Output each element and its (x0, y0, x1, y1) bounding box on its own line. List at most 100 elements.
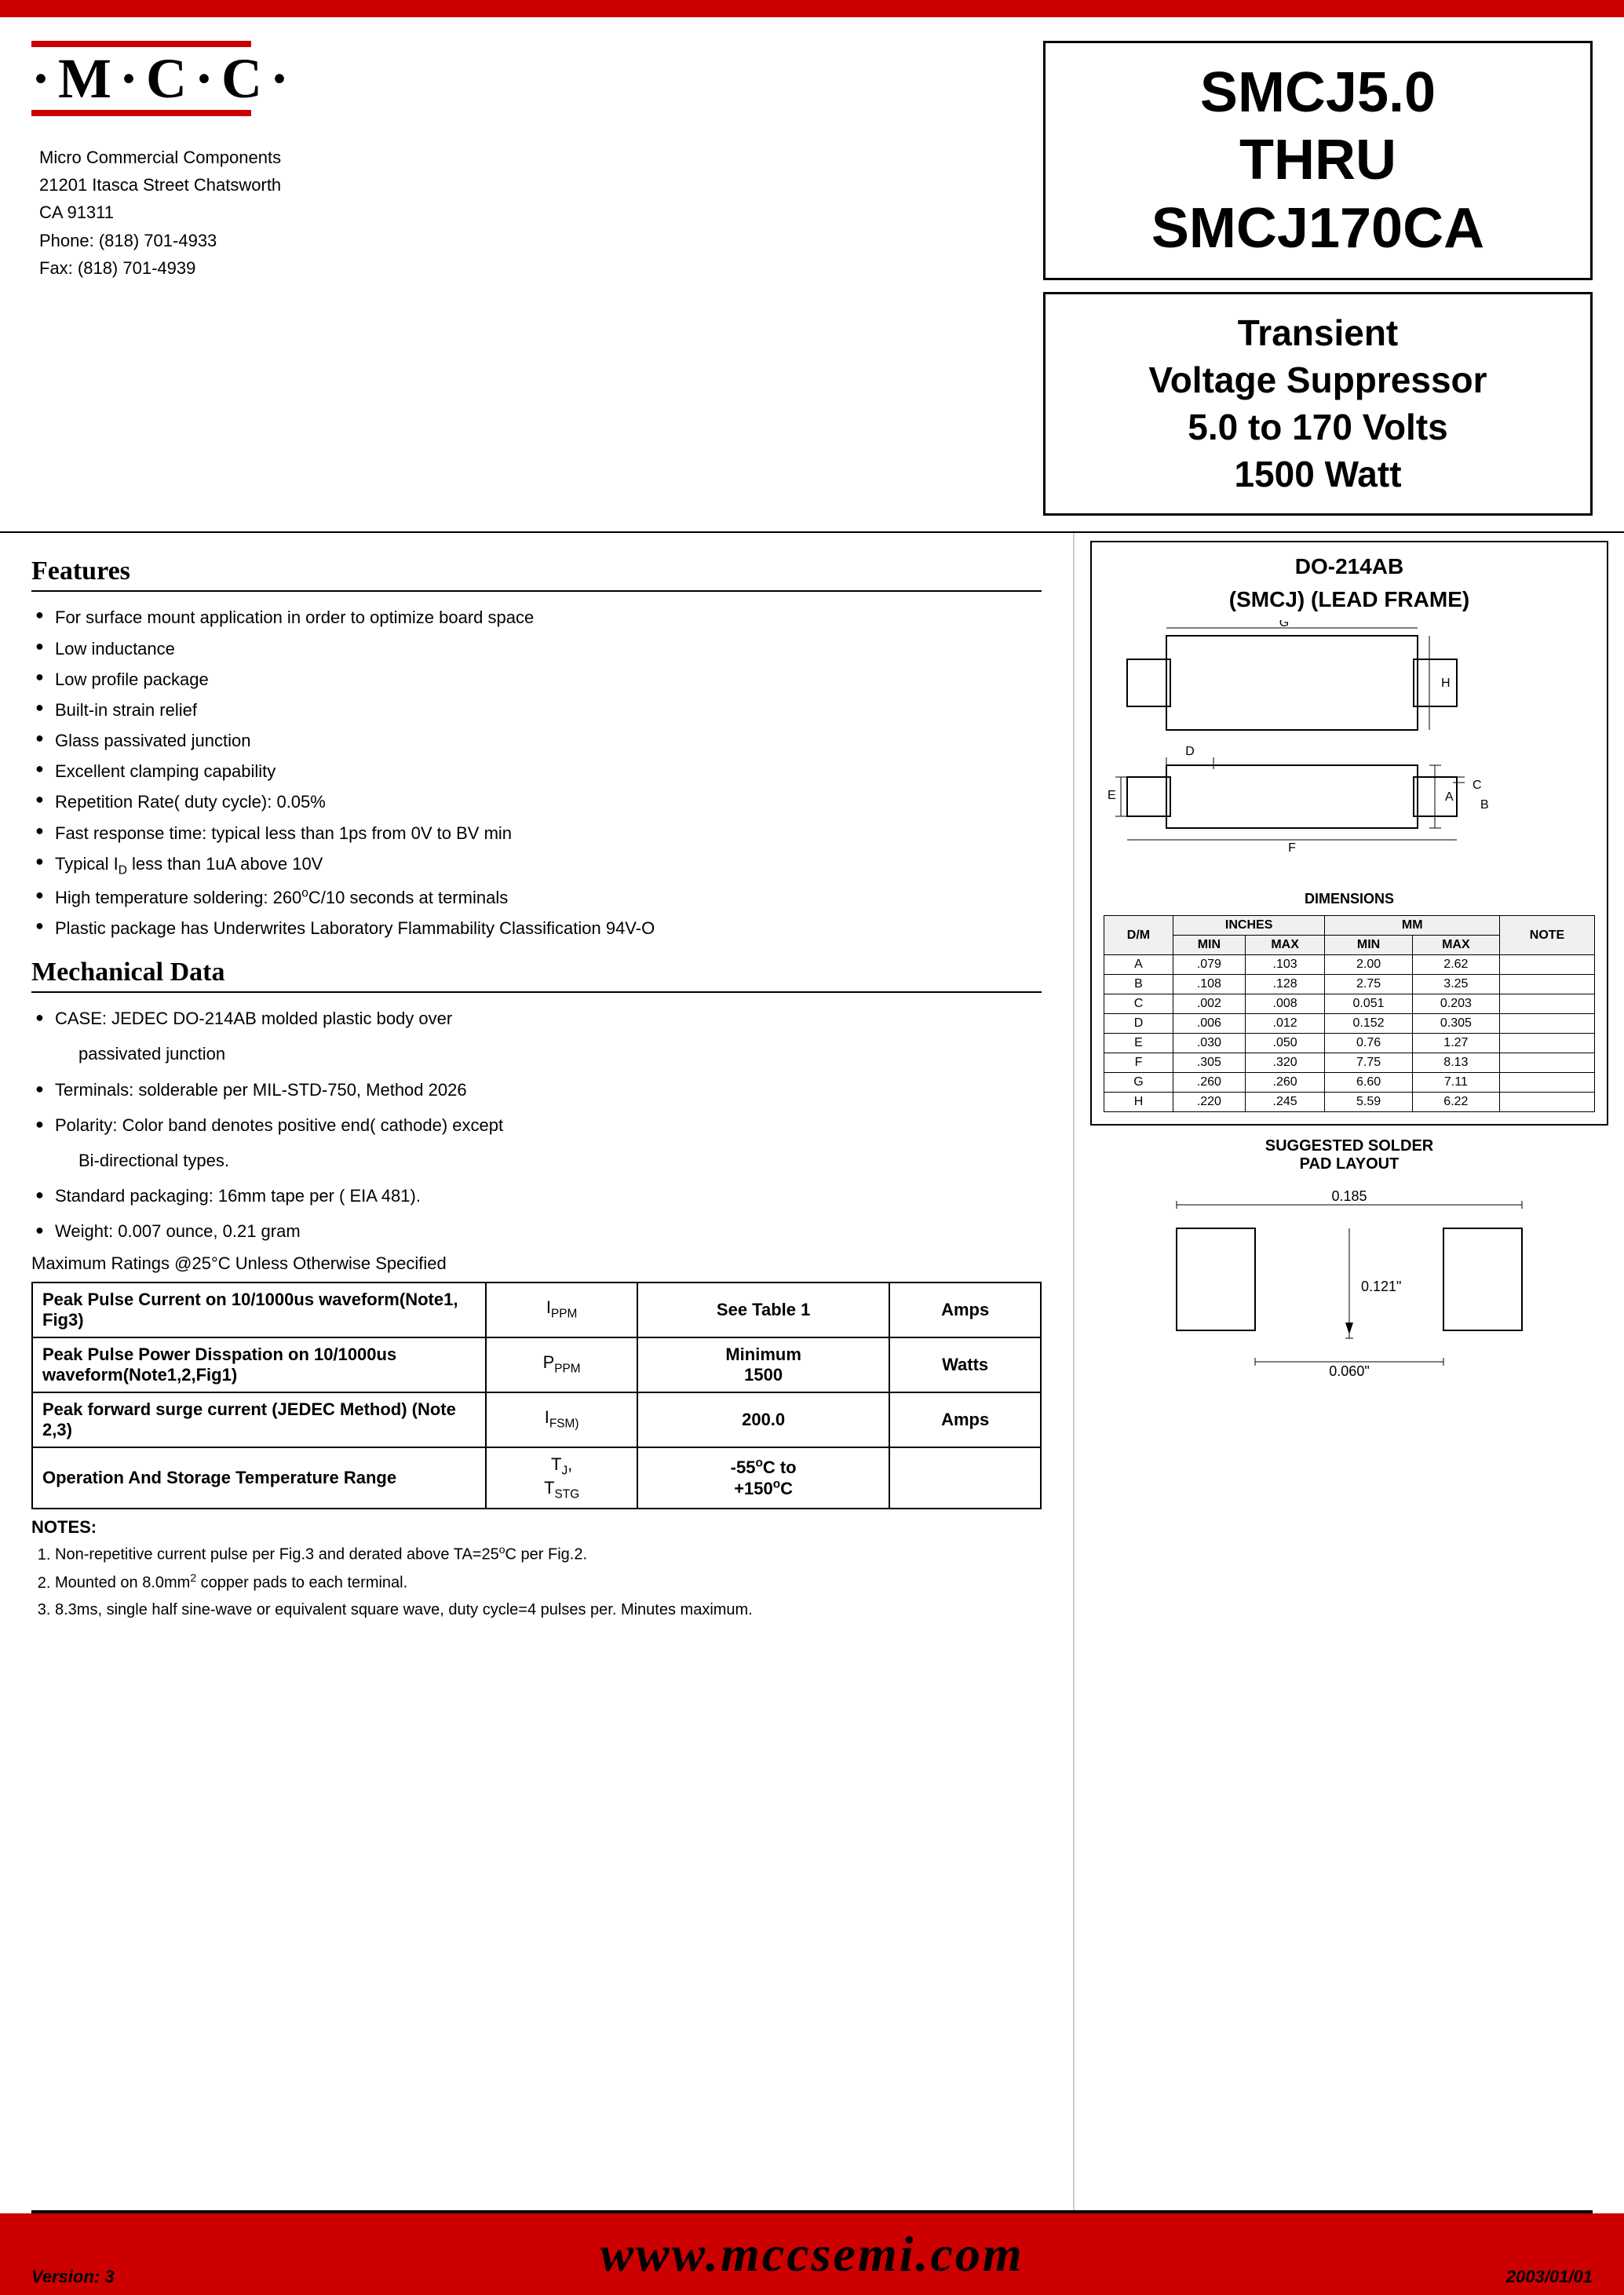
dimensions-label: DIMENSIONS (1104, 891, 1595, 907)
notes-list: Non-repetitive current pulse per Fig.3 a… (55, 1542, 1042, 1621)
dim-cell: .008 (1245, 994, 1325, 1014)
dim-cell: F (1104, 1053, 1173, 1073)
dim-cell (1500, 994, 1595, 1014)
svg-text:H: H (1441, 677, 1451, 690)
top-red-bar (0, 0, 1624, 17)
dim-cell (1500, 1014, 1595, 1034)
footer-url-text: www.mccsemi.com (600, 2226, 1024, 2282)
footer-url: www.mccsemi.com (600, 2225, 1024, 2283)
feature-item: Fast response time: typical less than 1p… (31, 819, 1042, 847)
right-column: DO-214AB (SMCJ) (LEAD FRAME) G (1075, 533, 1624, 2210)
company-fax: Fax: (818) 701-4939 (39, 254, 1043, 282)
header-area: ·M·C·C· Micro Commercial Components 2120… (0, 17, 1624, 533)
mech-item-text: Standard packaging: 16mm tape per ( EIA … (31, 1182, 1042, 1210)
dim-cell (1500, 955, 1595, 975)
part-number-title: SMCJ5.0THRUSMCJ170CA (1077, 59, 1559, 262)
dim-header-mm: MM (1325, 916, 1500, 936)
notes-section: NOTES: Non-repetitive current pulse per … (31, 1517, 1042, 1621)
mech-item-text: CASE: JEDEC DO-214AB molded plastic body… (31, 1005, 1042, 1032)
feature-item: For surface mount application in order t… (31, 604, 1042, 631)
feature-item: Glass passivated junction (31, 727, 1042, 754)
dim-cell: .260 (1245, 1073, 1325, 1093)
mech-item-indent: passivated junction (31, 1040, 1042, 1067)
footer-version: Version: 3 (31, 2267, 115, 2287)
table-row: D .006 .012 0.152 0.305 (1104, 1014, 1595, 1034)
dim-cell: H (1104, 1093, 1173, 1112)
dim-subheader: MIN (1173, 936, 1245, 955)
ratings-table: Peak Pulse Current on 10/1000us waveform… (31, 1282, 1042, 1510)
dim-cell: .220 (1173, 1093, 1245, 1112)
dim-cell (1500, 1073, 1595, 1093)
notes-title: NOTES: (31, 1517, 1042, 1538)
table-row: A .079 .103 2.00 2.62 (1104, 955, 1595, 975)
rating-value: -55oC to+150oC (637, 1447, 889, 1509)
dim-cell: 0.203 (1412, 994, 1499, 1014)
dim-cell: .320 (1245, 1053, 1325, 1073)
dim-subheader: MAX (1412, 936, 1499, 955)
feature-item: Low inductance (31, 635, 1042, 662)
table-row: E .030 .050 0.76 1.27 (1104, 1034, 1595, 1053)
header-left: ·M·C·C· Micro Commercial Components 2120… (31, 41, 1043, 516)
note-item: Mounted on 8.0mm2 copper pads to each te… (55, 1570, 1042, 1595)
rating-value: See Table 1 (637, 1282, 889, 1337)
dim-cell (1500, 1053, 1595, 1073)
svg-text:E: E (1108, 789, 1116, 802)
description-title: TransientVoltage Suppressor5.0 to 170 Vo… (1069, 310, 1567, 498)
mech-item-4: Standard packaging: 16mm tape per ( EIA … (31, 1182, 1042, 1210)
description-box: TransientVoltage Suppressor5.0 to 170 Vo… (1043, 292, 1593, 516)
feature-item: Typical ID less than 1uA above 10V (31, 850, 1042, 881)
mechanical-title: Mechanical Data (31, 958, 1042, 993)
dim-cell (1500, 975, 1595, 994)
rating-label: Peak forward surge current (JEDEC Method… (32, 1392, 486, 1447)
dim-cell: 2.75 (1325, 975, 1412, 994)
dim-cell: 5.59 (1325, 1093, 1412, 1112)
rating-unit (889, 1447, 1041, 1509)
solder-title: SUGGESTED SOLDERPAD LAYOUT (1090, 1137, 1608, 1173)
mech-item-text: Terminals: solderable per MIL-STD-750, M… (31, 1076, 1042, 1104)
svg-text:D: D (1185, 745, 1195, 758)
table-row: Peak forward surge current (JEDEC Method… (32, 1392, 1041, 1447)
dim-cell: .103 (1245, 955, 1325, 975)
dim-cell: A (1104, 955, 1173, 975)
feature-item: High temperature soldering: 260oC/10 sec… (31, 884, 1042, 911)
dim-cell: E (1104, 1034, 1173, 1053)
company-phone: Phone: (818) 701-4933 (39, 227, 1043, 254)
dim-cell: .012 (1245, 1014, 1325, 1034)
svg-text:0.060": 0.060" (1329, 1363, 1369, 1377)
note-item: 8.3ms, single half sine-wave or equivale… (55, 1598, 1042, 1622)
mech-item-indent: Bi-directional types. (31, 1147, 1042, 1174)
dim-cell: 2.62 (1412, 955, 1499, 975)
features-title: Features (31, 556, 1042, 592)
package-title-2: (SMCJ) (LEAD FRAME) (1104, 587, 1595, 612)
dim-subheader: MAX (1245, 936, 1325, 955)
feature-item: Repetition Rate( duty cycle): 0.05% (31, 788, 1042, 815)
svg-text:0.185: 0.185 (1331, 1188, 1367, 1204)
dim-cell: 0.76 (1325, 1034, 1412, 1053)
mech-item-3: Polarity: Color band denotes positive en… (31, 1111, 1042, 1174)
dim-cell: D (1104, 1014, 1173, 1034)
dim-cell: .245 (1245, 1093, 1325, 1112)
svg-text:0.121": 0.121" (1361, 1279, 1401, 1294)
table-row: G .260 .260 6.60 7.11 (1104, 1073, 1595, 1093)
dim-cell: C (1104, 994, 1173, 1014)
main-content: Features For surface mount application i… (0, 533, 1624, 2210)
svg-text:C: C (1473, 779, 1482, 792)
header-right: SMCJ5.0THRUSMCJ170CA TransientVoltage Su… (1043, 41, 1593, 516)
dim-header: D/M (1104, 916, 1173, 955)
feature-item: Excellent clamping capability (31, 757, 1042, 785)
mech-item-text: Polarity: Color band denotes positive en… (31, 1111, 1042, 1139)
company-info: Micro Commercial Components 21201 Itasca… (39, 144, 1043, 282)
dim-cell: 8.13 (1412, 1053, 1499, 1073)
rating-label: Peak Pulse Current on 10/1000us waveform… (32, 1282, 486, 1337)
dim-cell: 0.051 (1325, 994, 1412, 1014)
rating-symbol: PPPM (486, 1337, 637, 1392)
svg-text:A: A (1445, 790, 1454, 804)
rating-label: Operation And Storage Temperature Range (32, 1447, 486, 1509)
dim-cell: 0.305 (1412, 1014, 1499, 1034)
dim-cell: 0.152 (1325, 1014, 1412, 1034)
dim-cell (1500, 1034, 1595, 1053)
rating-symbol: TJ,TSTG (486, 1447, 637, 1509)
svg-text:F: F (1288, 841, 1296, 855)
dim-cell: .305 (1173, 1053, 1245, 1073)
feature-item: Plastic package has Underwrites Laborato… (31, 914, 1042, 942)
